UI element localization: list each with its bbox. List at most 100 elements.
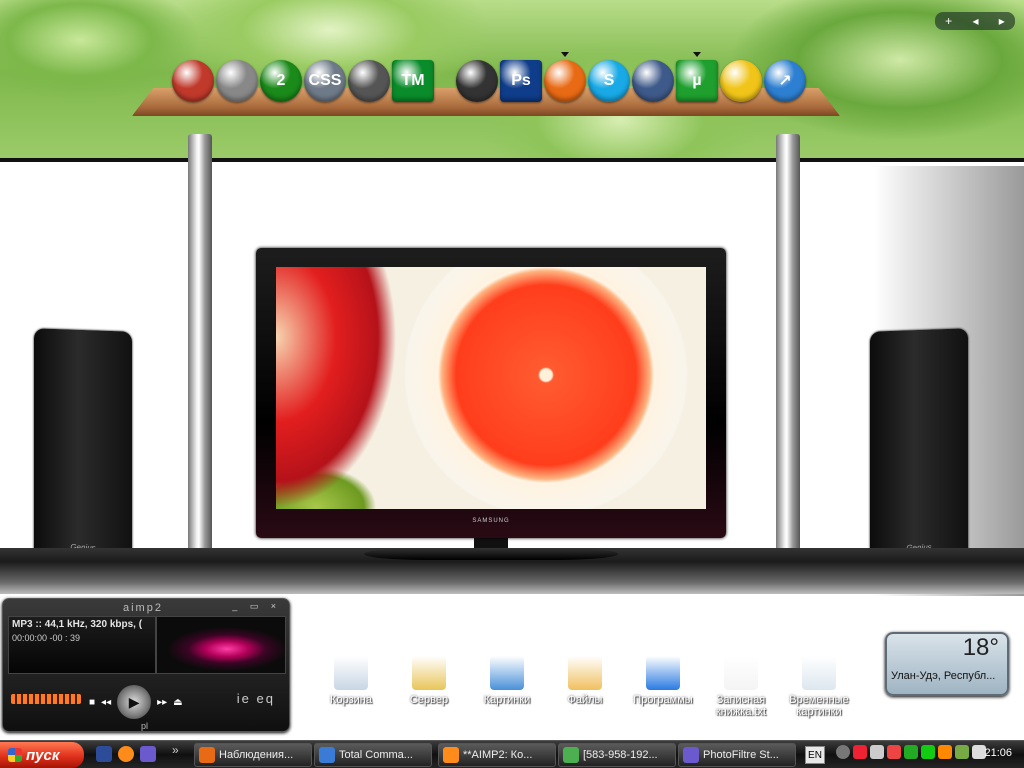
taskbar-button-label: PhotoFiltre St... <box>703 749 779 761</box>
app-11-dock-icon[interactable] <box>632 60 674 102</box>
running-indicator <box>561 52 569 57</box>
quick-launch-more-icon[interactable]: » <box>172 743 179 757</box>
shelf-pole-left <box>188 134 212 558</box>
dock-icon-glyph: Ps <box>511 72 531 89</box>
dock-prev-button[interactable]: ◂ <box>972 14 978 28</box>
tray-app-icon[interactable] <box>921 745 935 759</box>
app-icon <box>199 747 215 763</box>
aimp-info-panel: MP3 :: 44,1 kHz, 320 kbps, ( 00:00:00 -0… <box>8 616 156 674</box>
aimp-logo: aimp2 <box>123 602 163 614</box>
tv: SAMSUNG <box>256 248 726 538</box>
app-icon <box>683 747 699 763</box>
start-label: пуск <box>26 746 60 764</box>
taskbar-button-label: [583-958-192... <box>583 749 658 761</box>
save-icon[interactable] <box>96 746 112 762</box>
aimp-controls: ■ ◂◂ ▶ ▸▸ ⏏ <box>89 685 183 719</box>
dock: 2 CSS TM Ps Sµ ↗ <box>172 52 808 104</box>
weather-temp: 18° <box>962 634 999 661</box>
dock-icon-glyph: 2 <box>276 72 286 89</box>
desktop-icon-label: Сервер <box>409 694 449 706</box>
desktop-icon[interactable]: Картинки <box>467 656 547 706</box>
aimp-volume-slider[interactable] <box>11 694 81 704</box>
dock-controls: + ◂ ▸ <box>935 12 1015 30</box>
app-13-dock-icon[interactable] <box>720 60 762 102</box>
taskbar-button[interactable]: Наблюдения... <box>194 743 312 767</box>
dock-next-button[interactable]: ▸ <box>999 14 1005 28</box>
aimp-window-buttons[interactable]: _ ▭ × <box>232 601 281 612</box>
taskbar: пуск » Наблюдения... Total Comma... **AIMP… <box>0 740 1024 768</box>
clock[interactable]: 21:06 <box>984 747 1012 759</box>
weather-location: Улан-Удэ, Республ... <box>891 670 996 682</box>
photoshop-dock-icon[interactable]: Ps <box>500 60 542 102</box>
skype-dock-icon[interactable]: S <box>588 60 630 102</box>
aimp-player[interactable]: aimp2 _ ▭ × MP3 :: 44,1 kHz, 320 kbps, (… <box>2 598 290 732</box>
aimp-time: 00:00:00 -00 : 39 <box>12 633 81 643</box>
weather-gadget[interactable]: 18° Улан-Удэ, Республ... <box>885 632 1009 696</box>
speaker-left: Genius <box>34 328 132 564</box>
dock-icon-glyph: TM <box>401 72 425 89</box>
counter-strike-source-dock-icon[interactable]: CSS <box>304 60 346 102</box>
desktop-icon[interactable]: Записная книжка.txt <box>701 656 781 718</box>
app-1-dock-icon[interactable] <box>172 60 214 102</box>
desktop-icon-label: Программы <box>633 694 693 706</box>
app-icon[interactable] <box>140 746 156 762</box>
desktop-icon-label: Записная книжка.txt <box>715 694 767 718</box>
taskbar-button[interactable]: [583-958-192... <box>558 743 676 767</box>
firefox-dock-icon[interactable] <box>544 52 586 102</box>
trackmania-dock-icon[interactable]: TM <box>392 60 434 102</box>
file-icon <box>490 656 524 690</box>
tray-app-icon[interactable] <box>887 745 901 759</box>
desktop-icon[interactable]: Корзина <box>311 656 391 706</box>
app-icon <box>319 747 335 763</box>
dock-add-button[interactable]: + <box>945 14 952 28</box>
desktop-icon[interactable]: Временные картинки <box>779 656 859 718</box>
app-icon <box>563 747 579 763</box>
start-button[interactable]: пуск <box>0 742 84 768</box>
desktop-icon[interactable]: Файлы <box>545 656 625 706</box>
file-icon <box>568 656 602 690</box>
taskbar-button[interactable]: PhotoFiltre St... <box>678 743 796 767</box>
app-2-dock-icon[interactable] <box>216 60 258 102</box>
aimp-icon[interactable] <box>118 746 134 762</box>
desktop-icon-label: Файлы <box>567 694 603 706</box>
tray-aimp-icon[interactable] <box>938 745 952 759</box>
tv-brand: SAMSUNG <box>472 518 510 524</box>
file-icon <box>802 656 836 690</box>
system-tray <box>836 745 986 759</box>
language-indicator[interactable]: EN <box>805 746 825 764</box>
taskbar-button[interactable]: **AIMP2: Ко... <box>438 743 556 767</box>
prev-button[interactable]: ◂◂ <box>101 697 111 708</box>
app-14-dock-icon[interactable]: ↗ <box>764 60 806 102</box>
next-button[interactable]: ▸▸ <box>157 697 167 708</box>
dock-icon-glyph: ↗ <box>778 73 792 90</box>
stop-button[interactable]: ■ <box>89 697 95 708</box>
utorrent-dock-icon[interactable]: µ <box>676 52 718 102</box>
aimp-visualization <box>156 616 286 674</box>
windows-flag-icon <box>8 748 22 762</box>
desktop-icon[interactable]: Программы <box>623 656 703 706</box>
running-indicator <box>693 52 701 57</box>
desktop-icon-label: Картинки <box>483 694 531 706</box>
speaker-right: Genius <box>870 328 968 564</box>
shelf-pole-right <box>776 134 800 558</box>
camera-dock-icon[interactable] <box>456 60 498 102</box>
half-life-2-dock-icon[interactable]: 2 <box>260 60 302 102</box>
tray-app-icon[interactable] <box>955 745 969 759</box>
tray-expand-icon[interactable] <box>836 745 850 759</box>
app-5-dock-icon[interactable] <box>348 60 390 102</box>
app-icon <box>443 747 459 763</box>
file-icon <box>646 656 680 690</box>
taskbar-button-label: **AIMP2: Ко... <box>463 749 533 761</box>
eject-button[interactable]: ⏏ <box>173 697 182 708</box>
tray-antivirus-icon[interactable] <box>853 745 867 759</box>
tray-app-icon[interactable] <box>904 745 918 759</box>
desktop-icon[interactable]: Сервер <box>389 656 469 706</box>
dock-icon-glyph: S <box>603 72 615 89</box>
aimp-playlist-tab[interactable]: pl <box>141 721 148 731</box>
taskbar-button[interactable]: Total Comma... <box>314 743 432 767</box>
desktop-icon-label: Временные картинки <box>789 694 849 718</box>
quick-launch <box>96 746 156 762</box>
play-button[interactable]: ▶ <box>117 685 152 719</box>
aimp-eq-toggle[interactable]: ie eq <box>237 691 275 706</box>
tray-network-icon[interactable] <box>870 745 884 759</box>
